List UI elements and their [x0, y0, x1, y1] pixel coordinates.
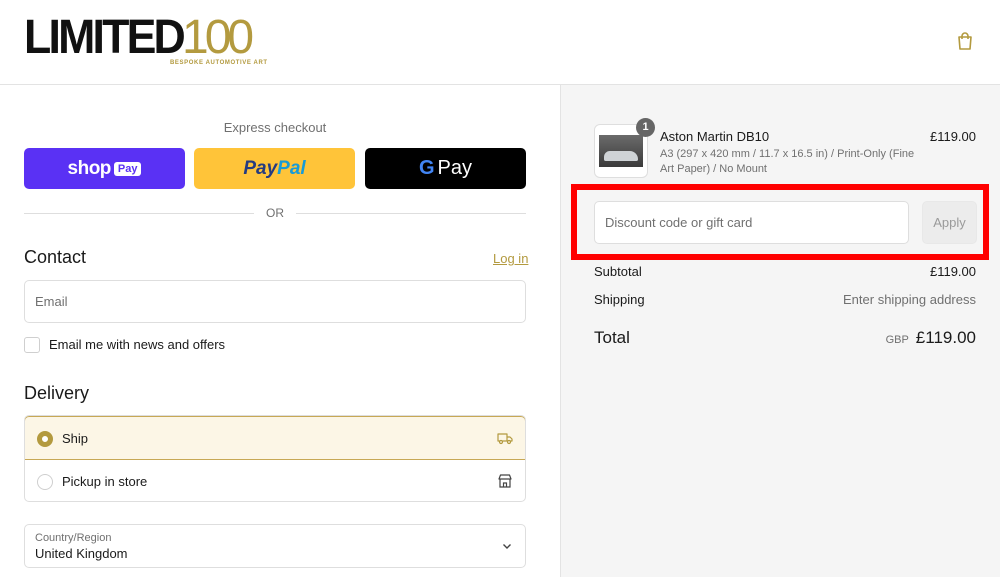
product-image	[599, 135, 643, 167]
newsletter-label: Email me with news and offers	[49, 337, 226, 352]
quantity-badge: 1	[636, 118, 655, 137]
order-summary: 1 Aston Martin DB10 A3 (297 x 420 mm / 1…	[560, 85, 1000, 577]
delivery-option-pickup[interactable]: Pickup in store	[25, 460, 525, 501]
pickup-label: Pickup in store	[62, 474, 148, 489]
shipping-value: Enter shipping address	[843, 292, 976, 307]
subtotal-label: Subtotal	[594, 264, 642, 279]
ship-radio[interactable]	[37, 431, 53, 447]
checkout-form: Express checkout shop Pay PayPal G Pay O…	[0, 85, 560, 577]
delivery-options: Ship Pickup in store	[24, 415, 526, 502]
delivery-option-ship[interactable]: Ship	[25, 416, 525, 460]
logo-tagline: BESPOKE AUTOMOTIVE ART	[170, 60, 268, 66]
express-checkout-title: Express checkout	[223, 120, 327, 135]
google-g-icon: G	[418, 157, 435, 179]
subtotal-value: £119.00	[929, 264, 976, 279]
shop-pay-wordmark: shop	[67, 157, 112, 179]
or-divider: OR	[24, 205, 526, 221]
total-currency: GBP	[885, 334, 909, 346]
shipping-label: Shipping	[594, 292, 645, 307]
shopping-bag-icon[interactable]	[954, 30, 976, 52]
logo-number: 100	[182, 11, 254, 64]
paypal-wordmark: PayPal	[243, 158, 305, 180]
ship-label: Ship	[62, 431, 89, 446]
divider-text: OR	[266, 206, 284, 220]
total-value: £119.00	[915, 328, 976, 347]
paypal-button[interactable]: PayPal	[194, 148, 355, 189]
shop-pay-button[interactable]: shop Pay	[24, 148, 185, 189]
pickup-radio[interactable]	[37, 474, 53, 490]
car-image-shape	[604, 151, 638, 161]
apply-discount-button[interactable]: Apply	[922, 201, 977, 244]
product-variant: A3 (297 x 420 mm / 11.7 x 16.5 in) / Pri…	[660, 148, 915, 175]
newsletter-checkbox[interactable]	[24, 337, 40, 353]
paypal-word-pal: Pal	[277, 157, 306, 179]
total-amount: GBP £119.00	[886, 328, 976, 348]
store-icon	[498, 474, 512, 488]
email-input[interactable]	[24, 280, 526, 323]
contact-heading: Contact	[24, 247, 87, 267]
country-region-value: United Kingdom	[35, 546, 128, 561]
product-name: Aston Martin DB10	[660, 129, 770, 144]
google-pay-button[interactable]: G Pay	[365, 148, 526, 189]
logo-wordmark: LIMITED	[24, 11, 186, 64]
store-logo[interactable]: LIMITED 100 BESPOKE AUTOMOTIVE ART	[24, 11, 267, 70]
chevron-down-icon	[503, 544, 511, 549]
discount-code-input[interactable]	[594, 201, 909, 244]
shop-pay-badge: Pay	[113, 161, 142, 176]
total-label: Total	[594, 328, 630, 347]
google-pay-wordmark: Pay	[437, 157, 473, 179]
delivery-heading: Delivery	[24, 383, 90, 403]
country-region-select[interactable]: Country/Region United Kingdom	[24, 524, 526, 568]
log-in-link[interactable]: Log in	[493, 251, 528, 266]
paypal-word-pay: Pay	[243, 157, 278, 179]
header: LIMITED 100 BESPOKE AUTOMOTIVE ART	[0, 0, 1000, 85]
product-price: £119.00	[929, 129, 976, 144]
truck-icon	[497, 433, 513, 445]
country-region-label: Country/Region	[35, 532, 112, 544]
